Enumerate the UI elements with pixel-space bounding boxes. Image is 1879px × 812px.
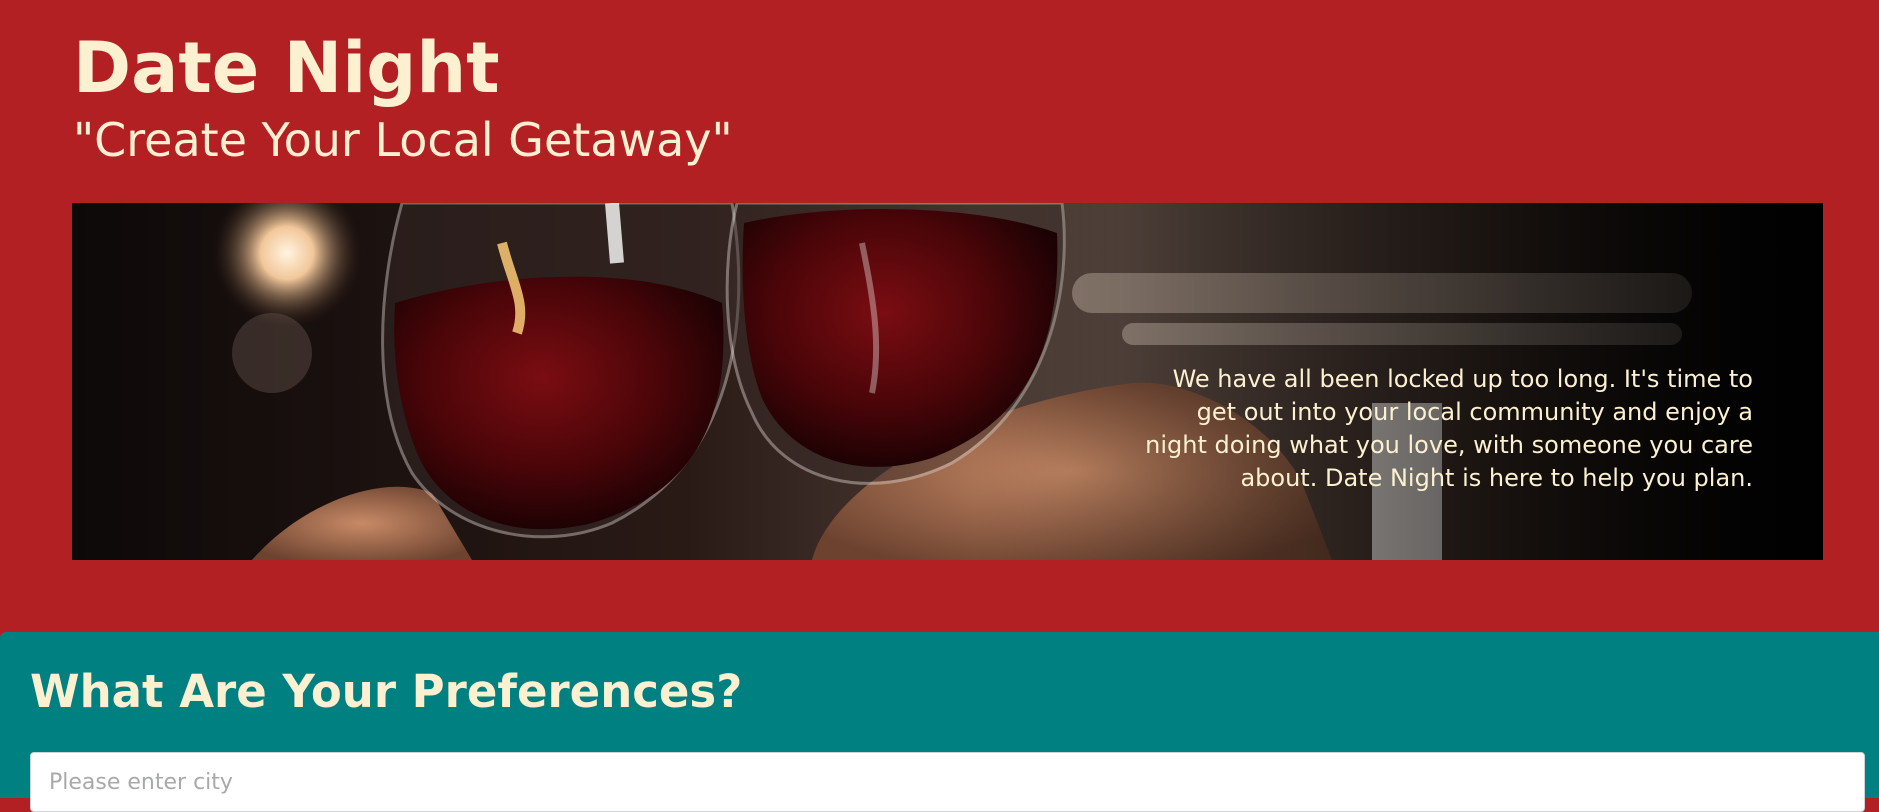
site-title: Date Night bbox=[73, 27, 500, 109]
preferences-title: What Are Your Preferences? bbox=[30, 665, 743, 718]
site-header: Date Night "Create Your Local Getaway" W… bbox=[0, 0, 1879, 632]
hero-text: We have all been locked up too long. It'… bbox=[1145, 365, 1753, 492]
hero-banner: We have all been locked up too long. It'… bbox=[72, 203, 1823, 560]
site-tagline: "Create Your Local Getaway" bbox=[73, 113, 733, 167]
preferences-section: What Are Your Preferences? bbox=[0, 632, 1879, 812]
city-input[interactable] bbox=[30, 752, 1865, 812]
